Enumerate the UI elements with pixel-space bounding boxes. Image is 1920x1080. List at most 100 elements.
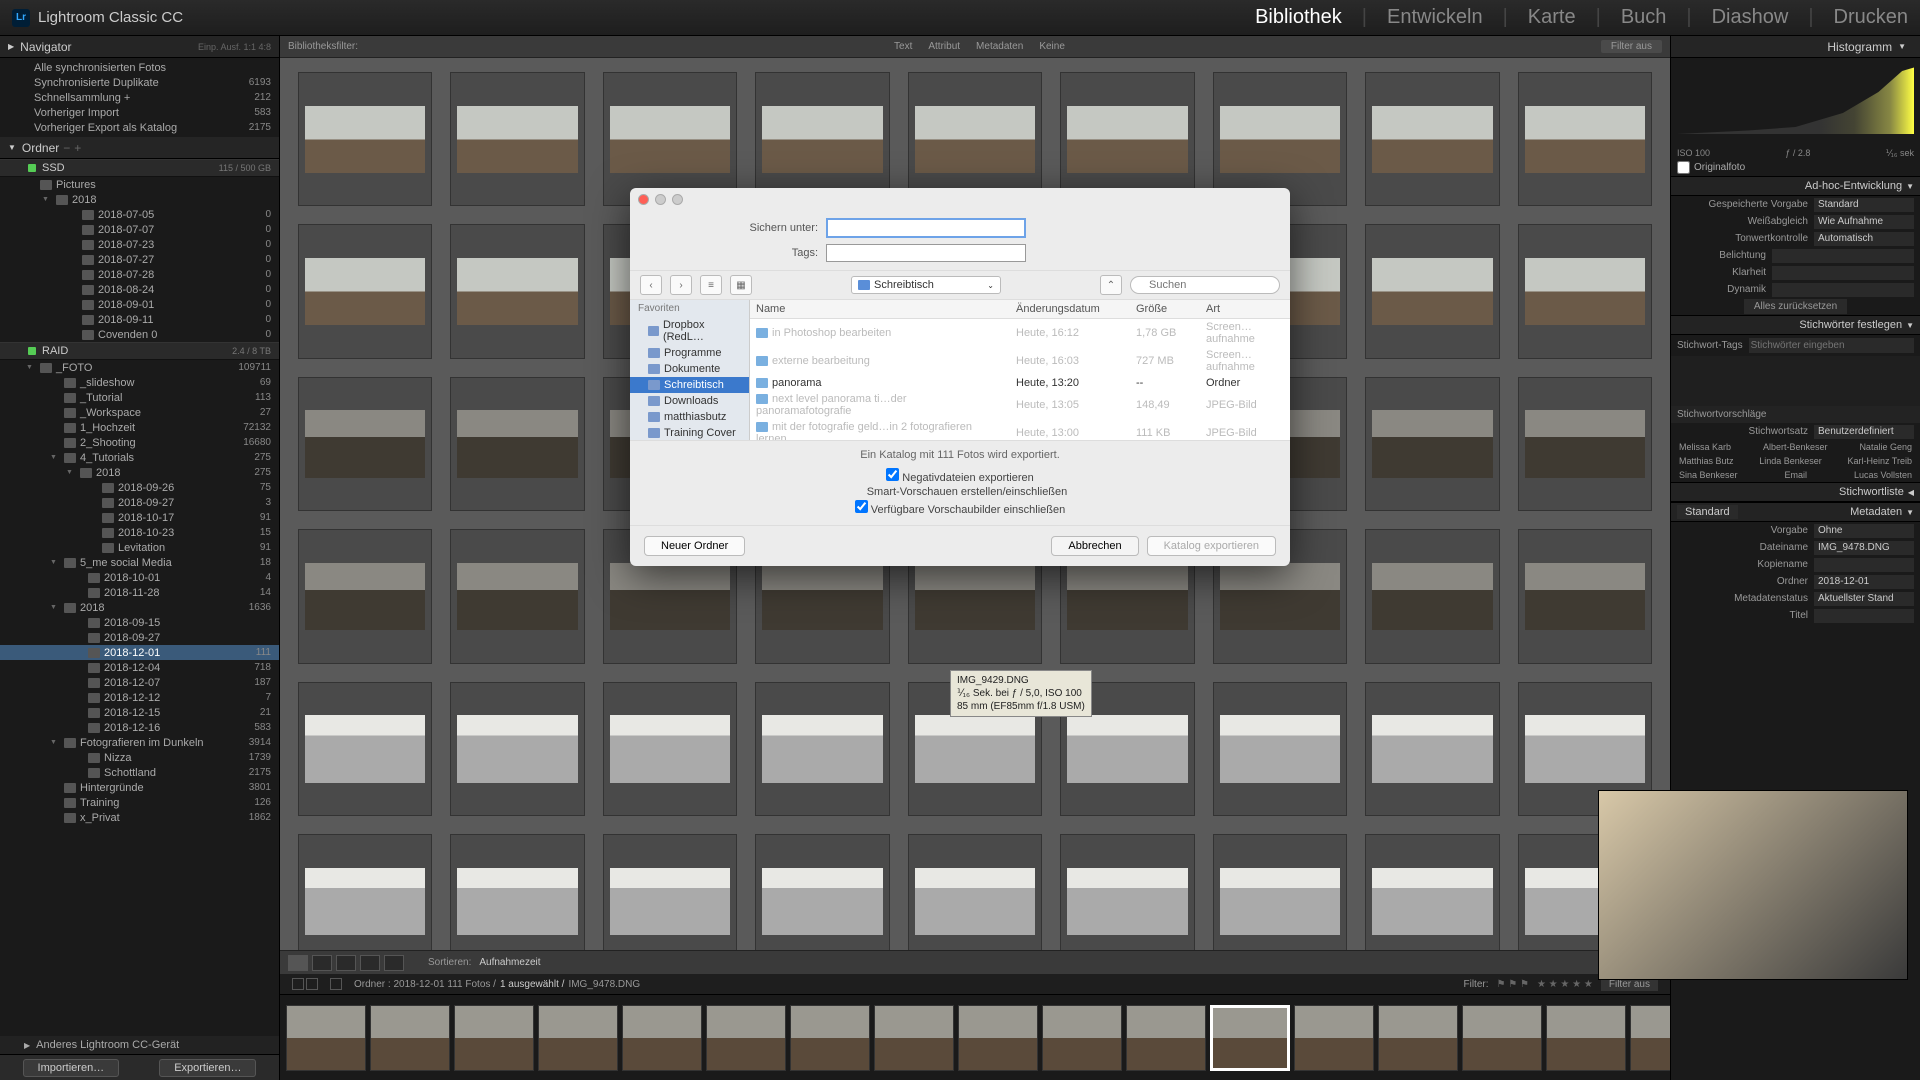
export-button[interactable]: Exportieren… xyxy=(159,1059,256,1077)
folders-plus-icon[interactable]: + xyxy=(74,141,81,155)
filmstrip-thumbnail[interactable] xyxy=(370,1005,450,1071)
folder-item[interactable]: ▼_FOTO109711 xyxy=(0,360,279,375)
keywordset-dropdown[interactable]: Benutzerdefiniert xyxy=(1814,425,1914,439)
folder-item[interactable]: 2018-10-1791 xyxy=(0,510,279,525)
thumbnail[interactable] xyxy=(1365,377,1499,511)
thumbnail[interactable] xyxy=(908,834,1042,950)
people-view-button[interactable] xyxy=(384,955,404,971)
preset-dropdown[interactable]: Standard xyxy=(1814,198,1914,212)
folder-item[interactable]: ▼Fotografieren im Dunkeln3914 xyxy=(0,735,279,750)
filmstrip-thumbnail[interactable] xyxy=(1294,1005,1374,1071)
filmstrip-thumbnail[interactable] xyxy=(790,1005,870,1071)
grid-view-button[interactable] xyxy=(288,955,308,971)
collection-item[interactable]: Schnellsammlung +212 xyxy=(0,90,279,105)
compare-view-button[interactable] xyxy=(336,955,356,971)
thumbnail[interactable] xyxy=(298,682,432,816)
keyword-suggestion[interactable]: Email xyxy=(1784,470,1807,480)
volume-row[interactable]: RAID2.4 / 8 TB xyxy=(0,342,279,360)
vibrance-stepper[interactable] xyxy=(1778,284,1808,296)
filmstrip-thumbnail[interactable] xyxy=(454,1005,534,1071)
file-row[interactable]: next level panorama ti…der panoramafotog… xyxy=(750,391,1290,419)
folder-item[interactable]: 2018-07-270 xyxy=(0,252,279,267)
navigator-modes[interactable]: Einp. Ausf. 1:1 4:8 xyxy=(198,42,271,52)
folder-item[interactable]: Covenden 00 xyxy=(0,327,279,342)
folder-item[interactable]: Pictures xyxy=(0,177,279,192)
thumbnail[interactable] xyxy=(298,529,432,663)
filmstrip-thumbnail[interactable] xyxy=(622,1005,702,1071)
collection-item[interactable]: Synchronisierte Duplikate6193 xyxy=(0,75,279,90)
quickdev-header[interactable]: Ad-hoc-Entwicklung▼ xyxy=(1671,176,1920,196)
keyword-tags-input[interactable] xyxy=(1749,338,1914,353)
file-row[interactable]: mit der fotografie geld…in 2 fotografier… xyxy=(750,419,1290,440)
folder-item[interactable]: 2018-09-15 xyxy=(0,615,279,630)
thumbnail[interactable] xyxy=(450,529,584,663)
file-row[interactable]: panoramaHeute, 13:20--Ordner xyxy=(750,375,1290,391)
collection-item[interactable]: Alle synchronisierten Fotos xyxy=(0,60,279,75)
col-size[interactable]: Größe xyxy=(1130,300,1200,319)
filmstrip-thumbnail[interactable] xyxy=(1042,1005,1122,1071)
save-as-input[interactable] xyxy=(826,218,1026,238)
second-window-button[interactable] xyxy=(306,978,318,990)
close-icon[interactable] xyxy=(638,194,649,205)
export-catalog-button[interactable]: Katalog exportieren xyxy=(1147,536,1276,556)
favorite-item[interactable]: Schreibtisch xyxy=(630,377,749,393)
folder-item[interactable]: 2018-12-16583 xyxy=(0,720,279,735)
include-previews-checkbox[interactable] xyxy=(855,500,868,513)
folder-item[interactable]: 2018-09-2675 xyxy=(0,480,279,495)
reset-all-button[interactable]: Alles zurücksetzen xyxy=(1744,299,1847,314)
folder-item[interactable]: _slideshow69 xyxy=(0,375,279,390)
keyword-suggestion[interactable]: Linda Benkeser xyxy=(1759,456,1822,466)
thumbnail[interactable] xyxy=(1518,72,1652,206)
thumbnail[interactable] xyxy=(450,834,584,950)
histogram-header[interactable]: Histogramm▼ xyxy=(1671,36,1920,58)
filmstrip-thumbnail[interactable] xyxy=(874,1005,954,1071)
folder-item[interactable]: 1_Hochzeit72132 xyxy=(0,420,279,435)
thumbnail[interactable] xyxy=(298,834,432,950)
folder-item[interactable]: 2018-09-27 xyxy=(0,630,279,645)
keyword-suggestion[interactable]: Matthias Butz xyxy=(1679,456,1734,466)
filmstrip-thumbnail[interactable] xyxy=(1462,1005,1542,1071)
dialog-file-list[interactable]: Name Änderungsdatum Größe Art in Photosh… xyxy=(750,300,1290,440)
module-slideshow[interactable]: Diashow xyxy=(1712,6,1789,29)
tone-auto-button[interactable]: Automatisch xyxy=(1814,232,1914,246)
folder-item[interactable]: ▼4_Tutorials275 xyxy=(0,450,279,465)
thumbnail[interactable] xyxy=(450,682,584,816)
filmstrip-thumbnail[interactable] xyxy=(1210,1005,1290,1071)
folders-header[interactable]: ▼ Ordner − + xyxy=(0,137,279,159)
thumbnail[interactable] xyxy=(1213,834,1347,950)
view-list-icon[interactable]: ≡ xyxy=(700,275,722,295)
favorite-item[interactable]: matthiasbutz xyxy=(630,409,749,425)
filmstrip-thumbnail[interactable] xyxy=(958,1005,1038,1071)
folder-item[interactable]: 2018-08-240 xyxy=(0,282,279,297)
file-row[interactable]: externe bearbeitungHeute, 16:03727 MBScr… xyxy=(750,347,1290,375)
folder-item[interactable]: 2018-10-2315 xyxy=(0,525,279,540)
thumbnail[interactable] xyxy=(1365,224,1499,358)
thumbnail[interactable] xyxy=(1060,72,1194,206)
folders-minus-icon[interactable]: − xyxy=(63,141,70,155)
location-dropdown[interactable]: Schreibtisch ⌄ xyxy=(851,276,1001,294)
collection-item[interactable]: Vorheriger Export als Katalog2175 xyxy=(0,120,279,135)
filmstrip-thumbnail[interactable] xyxy=(538,1005,618,1071)
info-path[interactable]: Ordner : 2018-12-01 111 Fotos / xyxy=(354,979,496,990)
tags-input[interactable] xyxy=(826,244,1026,262)
favorite-item[interactable]: Programme xyxy=(630,345,749,361)
collection-item[interactable]: Vorheriger Import583 xyxy=(0,105,279,120)
folder-item[interactable]: Levitation91 xyxy=(0,540,279,555)
module-library[interactable]: Bibliothek xyxy=(1255,6,1342,29)
thumbnail[interactable] xyxy=(450,377,584,511)
col-name[interactable]: Name xyxy=(750,300,1010,319)
thumbnail[interactable] xyxy=(603,834,737,950)
thumbnail[interactable] xyxy=(1518,224,1652,358)
whitebalance-dropdown[interactable]: Wie Aufnahme xyxy=(1814,215,1914,229)
favorite-item[interactable]: Dokumente xyxy=(630,361,749,377)
folder-item[interactable]: x_Privat1862 xyxy=(0,810,279,825)
thumbnail[interactable] xyxy=(908,72,1042,206)
favorite-item[interactable]: Downloads xyxy=(630,393,749,409)
thumbnail[interactable] xyxy=(755,72,889,206)
thumbnail[interactable] xyxy=(1213,72,1347,206)
folder-item[interactable]: 2018-12-127 xyxy=(0,690,279,705)
metadata-value[interactable]: IMG_9478.DNG xyxy=(1814,541,1914,555)
metadata-value[interactable] xyxy=(1814,558,1914,572)
filmstrip-thumbnail[interactable] xyxy=(1546,1005,1626,1071)
thumbnail[interactable] xyxy=(298,377,432,511)
